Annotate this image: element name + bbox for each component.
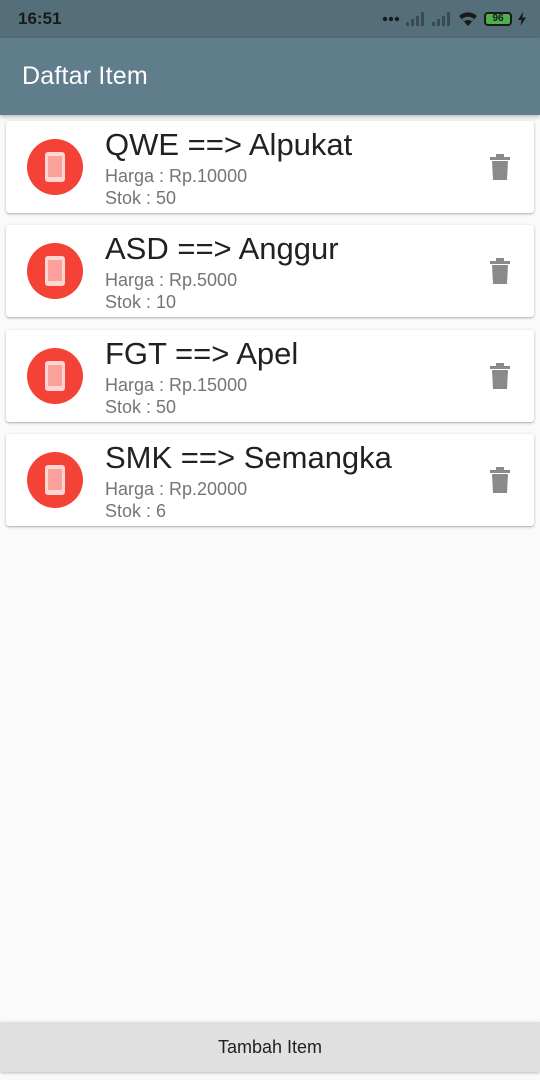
item-title: QWE ==> Alpukat — [105, 127, 353, 162]
delete-button[interactable] — [488, 153, 512, 181]
status-icons: 96 — [382, 8, 526, 30]
battery-icon: 96 — [484, 12, 512, 26]
item-stock: Stok : 6 — [105, 501, 167, 521]
item-price: Harga : Rp.10000 — [105, 166, 248, 186]
signal-icon — [432, 12, 452, 26]
screen: 16:51 96 Daftar Item QWE ==> Alpukat Har… — [0, 0, 540, 1080]
phone-icon — [27, 348, 83, 404]
list-item[interactable]: QWE ==> Alpukat Harga : Rp.10000 Stok : … — [6, 121, 534, 213]
item-title: ASD ==> Anggur — [105, 231, 339, 266]
list-item[interactable]: FGT ==> Apel Harga : Rp.15000 Stok : 50 — [6, 330, 534, 422]
status-time: 16:51 — [18, 9, 62, 28]
trash-icon — [490, 154, 510, 180]
status-bar: 16:51 96 — [0, 0, 540, 38]
wifi-icon — [458, 11, 478, 27]
signal-icon — [406, 12, 426, 26]
list-item[interactable]: ASD ==> Anggur Harga : Rp.5000 Stok : 10 — [6, 225, 534, 317]
list-item[interactable]: SMK ==> Semangka Harga : Rp.20000 Stok :… — [6, 434, 534, 526]
trash-icon — [490, 363, 510, 389]
delete-button[interactable] — [488, 362, 512, 390]
item-title: FGT ==> Apel — [105, 336, 299, 371]
trash-icon — [490, 258, 510, 284]
item-price: Harga : Rp.15000 — [105, 375, 248, 395]
item-price: Harga : Rp.5000 — [105, 270, 238, 290]
battery-level: 96 — [492, 13, 504, 24]
dots-icon — [382, 16, 400, 22]
trash-icon — [490, 467, 510, 493]
phone-icon — [27, 139, 83, 195]
item-price: Harga : Rp.20000 — [105, 479, 248, 499]
item-stock: Stok : 10 — [105, 292, 177, 312]
item-stock: Stok : 50 — [105, 188, 177, 208]
page-title: Daftar Item — [22, 62, 148, 90]
phone-icon — [27, 243, 83, 299]
item-title: SMK ==> Semangka — [105, 440, 392, 475]
delete-button[interactable] — [488, 466, 512, 494]
delete-button[interactable] — [488, 257, 512, 285]
phone-icon — [27, 452, 83, 508]
add-item-button[interactable]: Tambah Item — [0, 1022, 540, 1072]
charging-icon — [518, 12, 526, 26]
item-stock: Stok : 50 — [105, 397, 177, 417]
app-bar: Daftar Item — [0, 38, 540, 115]
